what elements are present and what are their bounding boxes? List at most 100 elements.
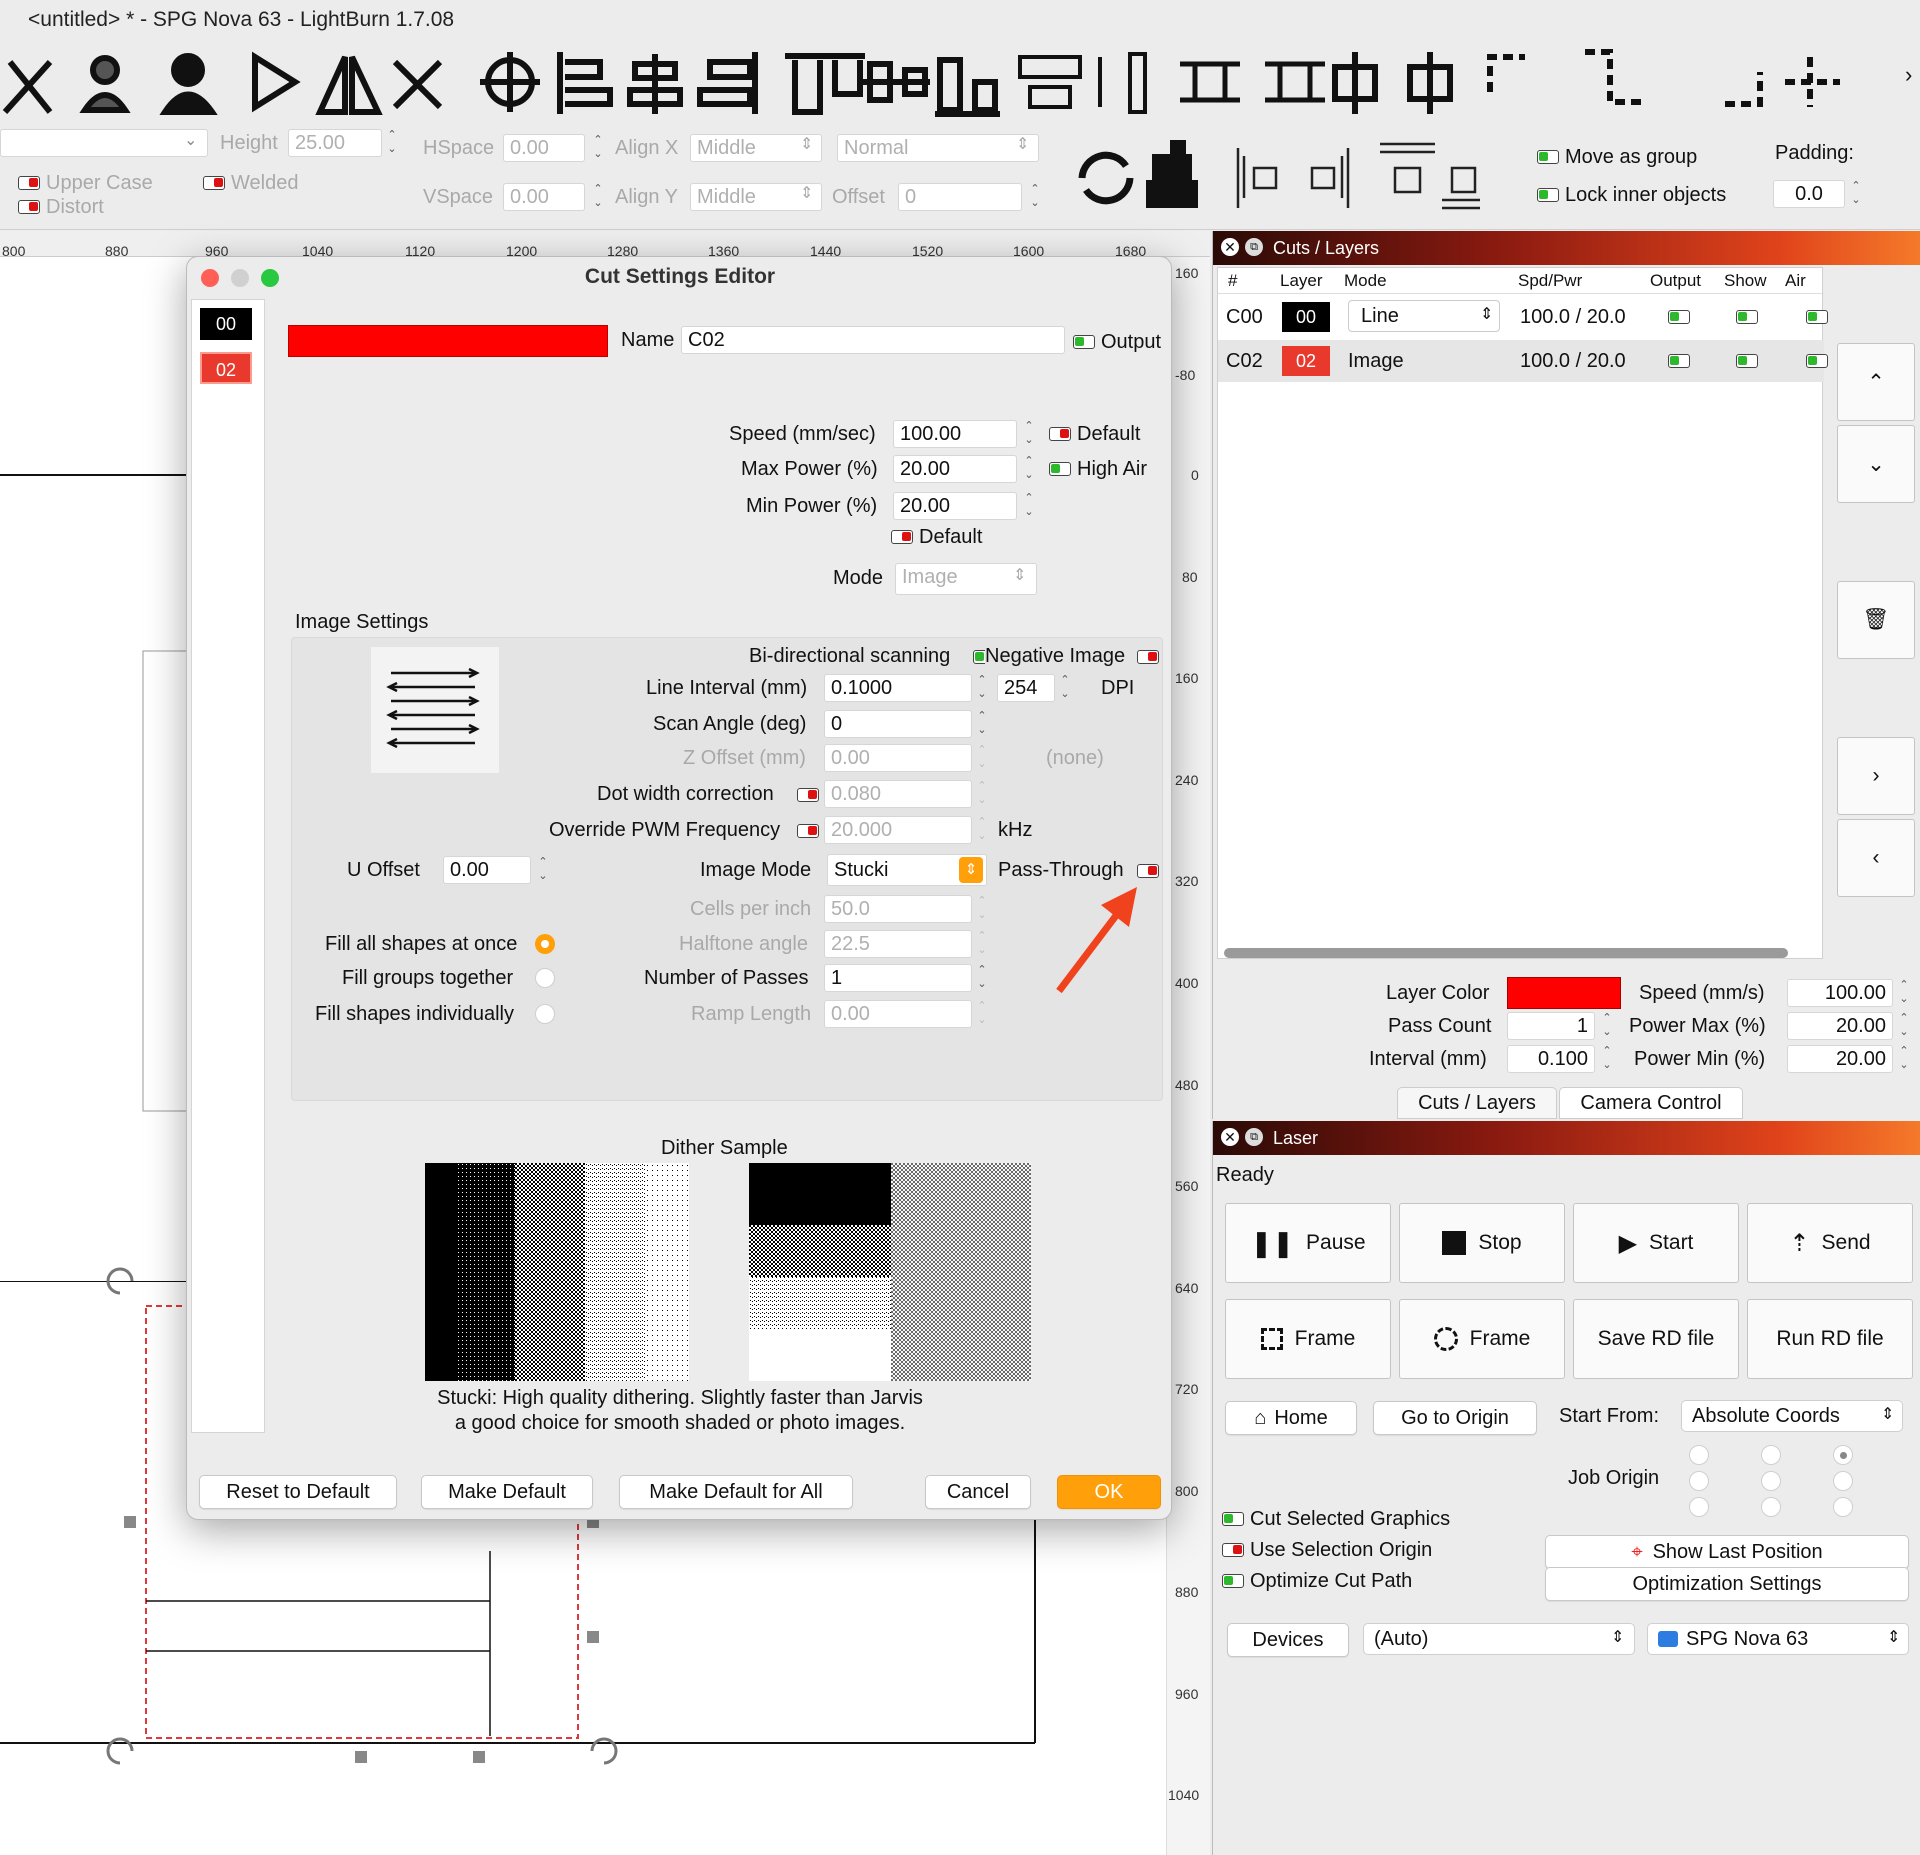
row-mode-select[interactable]: Line <box>1348 300 1500 332</box>
optimization-settings-button[interactable]: Optimization Settings <box>1545 1567 1909 1601</box>
origin-radio[interactable] <box>1689 1471 1709 1491</box>
pwm-input[interactable]: 20.000 <box>824 816 972 844</box>
ok-button[interactable]: OK <box>1057 1475 1161 1509</box>
dot-width-toggle[interactable] <box>797 788 819 802</box>
padding-input[interactable]: 0.0 <box>1773 180 1845 208</box>
fill-indiv-radio[interactable] <box>535 1004 555 1024</box>
table-row[interactable]: C02 02 Image 100.0 / 20.0 <box>1218 340 1828 382</box>
show-last-position-button[interactable]: ⌖ Show Last Position <box>1545 1535 1909 1569</box>
upper-case-toggle[interactable] <box>18 176 40 190</box>
job-origin-grid[interactable] <box>1685 1443 1885 1523</box>
cancel-button[interactable]: Cancel <box>925 1475 1031 1509</box>
go-origin-button[interactable]: Go to Origin <box>1373 1401 1537 1435</box>
fill-all-radio[interactable] <box>535 934 555 954</box>
tab-cuts-layers[interactable]: Cuts / Layers <box>1397 1087 1557 1119</box>
layer-color-swatch[interactable] <box>288 325 608 357</box>
power-default-toggle[interactable] <box>891 530 913 544</box>
run-rd-button[interactable]: Run RD file <box>1747 1299 1913 1379</box>
power-min-input[interactable]: 20.00 <box>1787 1045 1893 1073</box>
power-max-stepper[interactable]: ⌃ ⌄ <box>1896 1011 1912 1041</box>
pause-button[interactable]: ❚❚ Pause <box>1225 1203 1391 1283</box>
font-select[interactable] <box>0 129 208 157</box>
horizontal-scrollbar[interactable] <box>1224 948 1788 958</box>
row-output-toggle[interactable] <box>1668 310 1690 324</box>
height-stepper[interactable]: ⌃ ⌄ <box>384 128 400 158</box>
stop-button[interactable]: Stop <box>1399 1203 1565 1283</box>
reset-default-button[interactable]: Reset to Default <box>199 1475 397 1509</box>
cuts-speed-stepper[interactable]: ⌃ ⌄ <box>1896 978 1912 1008</box>
origin-radio[interactable] <box>1833 1445 1853 1465</box>
pass-count-input[interactable]: 1 <box>1507 1012 1595 1040</box>
use-selection-toggle[interactable] <box>1222 1543 1244 1557</box>
line-interval-stepper[interactable]: ⌃ ⌄ <box>974 673 990 703</box>
ramp-stepper[interactable]: ⌃ ⌄ <box>974 999 990 1029</box>
device-select[interactable]: SPG Nova 63 <box>1647 1623 1909 1655</box>
pass-through-toggle[interactable] <box>1137 864 1159 878</box>
speed-stepper[interactable]: ⌃ ⌄ <box>1021 419 1037 449</box>
power-min-stepper[interactable]: ⌃ ⌄ <box>1896 1044 1912 1074</box>
table-row[interactable]: C00 00 Line ⇕ 100.0 / 20.0 <box>1218 296 1828 338</box>
toolbar-overflow-icon[interactable]: › <box>1905 62 1912 88</box>
text-mode-select[interactable]: Normal <box>837 134 1039 162</box>
pass-count-stepper[interactable]: ⌃ ⌄ <box>1599 1011 1615 1041</box>
devices-button[interactable]: Devices <box>1227 1623 1349 1657</box>
origin-radio[interactable] <box>1761 1471 1781 1491</box>
height-input[interactable]: 25.00 <box>288 129 382 157</box>
layer-item-00[interactable]: 00 <box>200 308 252 340</box>
origin-radio[interactable] <box>1833 1471 1853 1491</box>
distort-toggle[interactable] <box>18 200 40 214</box>
save-rd-button[interactable]: Save RD file <box>1573 1299 1739 1379</box>
offset-input[interactable]: 0 <box>898 183 1022 211</box>
layer-item-02[interactable]: 02 <box>200 352 252 384</box>
close-icon[interactable]: ✕ <box>1221 238 1239 256</box>
prev-button[interactable]: ‹ <box>1837 819 1915 897</box>
power-max-input[interactable]: 20.00 <box>1787 1012 1893 1040</box>
move-up-button[interactable]: ⌃ <box>1837 343 1915 421</box>
negative-toggle[interactable] <box>1137 650 1159 664</box>
undock-icon[interactable]: ⧉ <box>1245 238 1263 256</box>
row-show-toggle[interactable] <box>1736 354 1758 368</box>
ramp-input[interactable]: 0.00 <box>824 1000 972 1028</box>
interval-stepper[interactable]: ⌃ ⌄ <box>1599 1044 1615 1074</box>
move-down-button[interactable]: ⌄ <box>1837 425 1915 503</box>
name-input[interactable]: C02 <box>681 326 1065 354</box>
cuts-speed-input[interactable]: 100.00 <box>1787 979 1893 1007</box>
high-air-toggle[interactable] <box>1049 462 1071 476</box>
start-from-select[interactable]: Absolute Coords <box>1681 1400 1903 1432</box>
cells-stepper[interactable]: ⌃ ⌄ <box>974 894 990 924</box>
padding-stepper[interactable]: ⌃ ⌄ <box>1848 179 1864 209</box>
origin-radio[interactable] <box>1833 1497 1853 1517</box>
pwm-stepper[interactable]: ⌃ ⌄ <box>974 815 990 845</box>
row-show-toggle[interactable] <box>1736 310 1758 324</box>
row-air-toggle[interactable] <box>1806 310 1828 324</box>
layer-color-swatch[interactable] <box>1507 977 1621 1009</box>
origin-radio[interactable] <box>1761 1497 1781 1517</box>
hspace-input[interactable]: 0.00 <box>503 134 585 162</box>
close-icon[interactable]: ✕ <box>1221 1128 1239 1146</box>
row-output-toggle[interactable] <box>1668 354 1690 368</box>
pwm-toggle[interactable] <box>797 824 819 838</box>
start-button[interactable]: ▶ Start <box>1573 1203 1739 1283</box>
next-button[interactable]: › <box>1837 737 1915 815</box>
origin-radio[interactable] <box>1689 1445 1709 1465</box>
z-offset-input[interactable]: 0.00 <box>824 744 972 772</box>
welded-toggle[interactable] <box>203 176 225 190</box>
max-power-stepper[interactable]: ⌃ ⌄ <box>1021 454 1037 484</box>
undock-icon[interactable]: ⧉ <box>1245 1128 1263 1146</box>
send-button[interactable]: ⇡ Send <box>1747 1203 1913 1283</box>
hspace-stepper[interactable]: ⌃ ⌄ <box>590 133 606 163</box>
row-air-toggle[interactable] <box>1806 354 1828 368</box>
z-offset-stepper[interactable]: ⌃ ⌄ <box>974 743 990 773</box>
u-offset-input[interactable]: 0.00 <box>443 856 531 884</box>
scan-angle-stepper[interactable]: ⌃ ⌄ <box>974 709 990 739</box>
output-toggle[interactable] <box>1073 335 1095 349</box>
passes-input[interactable]: 1 <box>824 964 972 992</box>
optimize-toggle[interactable] <box>1222 1574 1244 1588</box>
delete-layer-button[interactable]: 🗑 <box>1837 581 1915 659</box>
fill-groups-radio[interactable] <box>535 968 555 988</box>
cells-input[interactable]: 50.0 <box>824 895 972 923</box>
halftone-input[interactable]: 22.5 <box>824 930 972 958</box>
interval-input[interactable]: 0.100 <box>1507 1045 1595 1073</box>
frame-rect-button[interactable]: Frame <box>1225 1299 1391 1379</box>
speed-input[interactable]: 100.00 <box>893 420 1017 448</box>
